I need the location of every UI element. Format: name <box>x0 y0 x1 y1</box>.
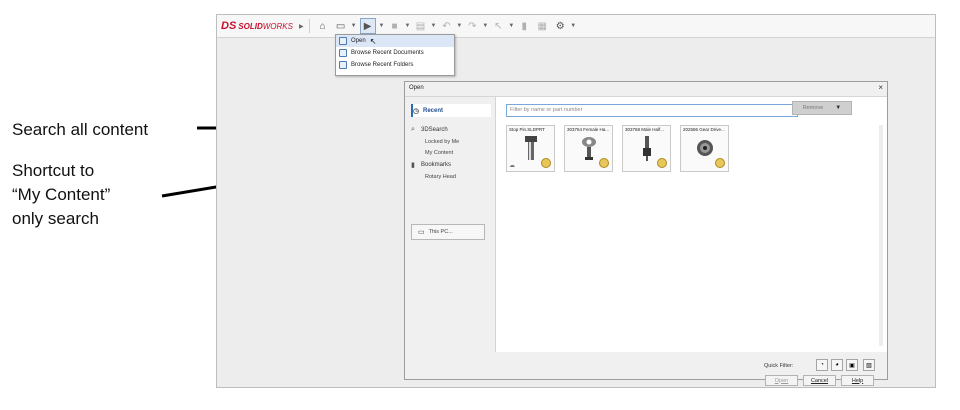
chevron-down-icon[interactable]: ▼ <box>405 23 411 29</box>
chevron-down-icon[interactable]: ▼ <box>379 23 385 29</box>
open-dialog: Open × ◷ Recent ⌕ 3DSearch Locked by Me … <box>404 81 888 386</box>
nav-item-locked-by-me[interactable]: Locked by Me <box>411 136 491 147</box>
ds-logo-icon: DS <box>221 20 237 32</box>
search-icon: ⌕ <box>411 125 415 133</box>
open-folder-icon[interactable]: ▶ <box>359 18 376 34</box>
male-half-part-icon <box>643 136 651 161</box>
open-button[interactable]: Open <box>765 375 798 386</box>
menu-item-label: Browse Recent Folders <box>351 62 414 68</box>
part-badge-icon <box>541 158 551 168</box>
recent-documents-icon <box>339 49 347 57</box>
mouse-cursor-icon: ↖ <box>369 36 377 46</box>
annotation-search-all: Search all content <box>12 120 149 139</box>
gear-drive-part-icon <box>697 140 713 156</box>
nav-item-rotary-head[interactable]: Rotary Head <box>411 171 491 182</box>
open-folder-icon <box>339 37 347 45</box>
logo-solid: SOLID <box>238 21 263 31</box>
file-properties-icon[interactable]: ▦ <box>535 19 549 33</box>
thumbnail-label: Stop Pin.SLDPRT <box>509 127 545 132</box>
thumbnail-label: 303764 Female Ha... <box>567 127 610 132</box>
chevron-down-icon[interactable]: ▼ <box>508 23 514 29</box>
thumbnail-label: 303768 Male Half... <box>625 127 665 132</box>
close-icon[interactable]: × <box>878 83 883 92</box>
home-icon[interactable]: ⌂ <box>316 19 330 33</box>
recent-folders-icon <box>339 61 347 69</box>
filter-drawings-icon[interactable]: ▣ <box>846 359 858 371</box>
logo-works: WORKS <box>262 21 293 31</box>
pin-part-icon <box>525 136 537 160</box>
select-arrow-icon[interactable]: ↖ <box>491 19 505 33</box>
part-badge-icon <box>657 158 667 168</box>
menu-item-browse-recent-folders[interactable]: Browse Recent Folders <box>336 59 454 71</box>
search-input[interactable]: Filter by name or part number <box>506 104 798 117</box>
thumbnail-card[interactable]: 303768 Male Half... <box>622 125 671 172</box>
main-toolbar: DS SOLID WORKS ▶ ⌂ ▭ ▼ ▶ ▼ ■ ▼ ▤ ▼ ↶ ▼ ↷ … <box>217 15 935 38</box>
menu-item-label: Open <box>351 38 366 44</box>
chevron-down-icon[interactable]: ▼ <box>430 23 436 29</box>
help-button[interactable]: Help <box>841 375 874 386</box>
cloud-icon: ☁ <box>509 163 515 169</box>
part-badge-icon <box>715 158 725 168</box>
filter-top-level-assemblies-icon[interactable]: ▧ <box>863 359 875 371</box>
new-document-icon[interactable]: ▭ <box>334 19 348 33</box>
bookmark-icon: ▮ <box>411 161 415 169</box>
vertical-scrollbar[interactable] <box>879 125 883 346</box>
dialog-title: Open <box>409 85 424 91</box>
undo-icon[interactable]: ↶ <box>439 19 453 33</box>
recent-thumbnails: Stop Pin.SLDPRT ☁ 303764 Female Ha... 30… <box>506 125 738 172</box>
nav-item-my-content[interactable]: My Content <box>411 147 491 158</box>
annotation-line: only search <box>12 209 99 228</box>
thumbnail-card[interactable]: Stop Pin.SLDPRT ☁ <box>506 125 555 172</box>
menu-item-browse-recent-documents[interactable]: Browse Recent Documents <box>336 47 454 59</box>
chevron-down-icon[interactable]: ▼ <box>835 105 841 111</box>
this-pc-button[interactable]: ▭ This PC... <box>411 224 485 240</box>
filter-assemblies-icon[interactable]: ◕ <box>831 359 843 371</box>
quick-filter-label: Quick Filter: <box>764 363 794 369</box>
print-icon[interactable]: ▤ <box>413 19 427 33</box>
nav-item-label: Recent <box>423 107 444 114</box>
dialog-nav: ◷ Recent ⌕ 3DSearch Locked by Me My Cont… <box>411 104 491 182</box>
filter-parts-icon[interactable]: ◔ <box>816 359 828 371</box>
menu-item-label: Browse Recent Documents <box>351 50 424 56</box>
female-half-part-icon <box>582 137 596 160</box>
annotation-shortcut: Shortcut to “My Content” only search <box>12 159 182 231</box>
solidworks-logo: DS SOLID WORKS <box>221 20 293 32</box>
redo-icon[interactable]: ↷ <box>465 19 479 33</box>
nav-item-label: 3DSearch <box>421 126 448 133</box>
gear-icon[interactable]: ⚙ <box>553 19 567 33</box>
remove-button[interactable]: Remove ▼ <box>792 101 852 115</box>
nav-item-3dsearch[interactable]: ⌕ 3DSearch <box>411 123 491 136</box>
part-badge-icon <box>599 158 609 168</box>
clock-icon: ◷ <box>413 107 420 115</box>
nav-item-recent[interactable]: ◷ Recent <box>411 104 491 117</box>
menu-expand-icon[interactable]: ▶ <box>299 23 304 30</box>
toolbar-separator <box>308 19 310 33</box>
thumbnail-card[interactable]: 303764 Female Ha... <box>564 125 613 172</box>
cancel-button[interactable]: Cancel <box>803 375 836 386</box>
computer-icon: ▭ <box>418 229 425 236</box>
save-icon[interactable]: ■ <box>388 19 402 33</box>
nav-item-bookmarks[interactable]: ▮ Bookmarks <box>411 158 491 171</box>
open-dropdown-menu: Open ↖ Browse Recent Documents Browse Re… <box>335 34 455 76</box>
annotation-line: “My Content” <box>12 185 111 204</box>
menu-item-open[interactable]: Open ↖ <box>336 35 454 47</box>
thumbnail-label: 202586 Gear Drive... <box>683 127 725 132</box>
annotation-line: Shortcut to <box>12 161 95 180</box>
rebuild-icon[interactable]: ▮ <box>517 19 531 33</box>
chevron-down-icon[interactable]: ▼ <box>456 23 462 29</box>
chevron-down-icon[interactable]: ▼ <box>351 23 357 29</box>
content-pane: Filter by name or part number Remove ▼ S… <box>495 97 887 352</box>
chevron-down-icon[interactable]: ▼ <box>570 23 576 29</box>
thumbnail-card[interactable]: 202586 Gear Drive... <box>680 125 729 172</box>
solidworks-window: DS SOLID WORKS ▶ ⌂ ▭ ▼ ▶ ▼ ■ ▼ ▤ ▼ ↶ ▼ ↷ … <box>216 14 936 388</box>
chevron-down-icon[interactable]: ▼ <box>482 23 488 29</box>
nav-item-label: Bookmarks <box>421 161 452 168</box>
this-pc-label: This PC... <box>428 229 453 235</box>
remove-label: Remove <box>802 105 824 111</box>
